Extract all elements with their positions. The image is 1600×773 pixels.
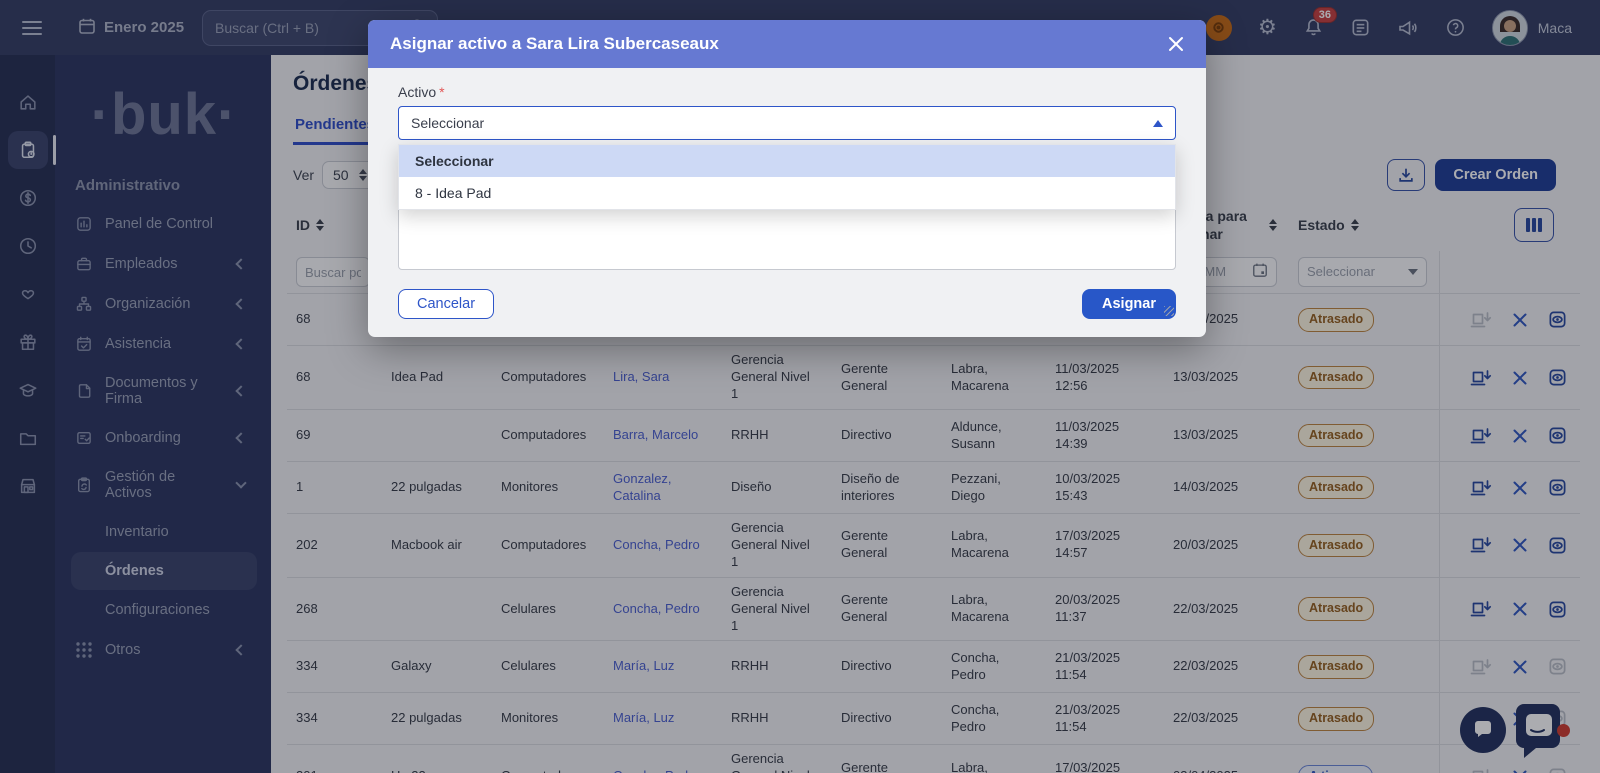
modal-footer: Cancelar Asignar — [398, 289, 1176, 319]
app-root: Enero 2025 ⚙ 36 — [0, 0, 1600, 773]
assign-asset-modal: Asignar activo a Sara Lira Subercaseaux … — [368, 20, 1206, 337]
asset-select-value: Seleccionar — [411, 115, 484, 131]
dropdown-option[interactable]: 8 - Idea Pad — [399, 177, 1175, 209]
assign-button[interactable]: Asignar — [1082, 289, 1176, 319]
modal-title: Asignar activo a Sara Lira Subercaseaux — [390, 34, 719, 54]
asset-select-dropdown: Seleccionar8 - Idea Pad — [398, 144, 1176, 210]
asset-field-label: Activo* — [398, 84, 1176, 100]
modal-header: Asignar activo a Sara Lira Subercaseaux — [368, 20, 1206, 68]
dropdown-option[interactable]: Seleccionar — [399, 145, 1175, 177]
required-asterisk: * — [439, 84, 444, 100]
chevron-up-icon — [1153, 120, 1163, 127]
asset-select[interactable]: Seleccionar — [398, 106, 1176, 140]
cancel-button[interactable]: Cancelar — [398, 289, 494, 319]
modal-body: Activo* Seleccionar Seleccionar8 - Idea … — [368, 68, 1206, 337]
close-icon[interactable] — [1168, 36, 1184, 52]
